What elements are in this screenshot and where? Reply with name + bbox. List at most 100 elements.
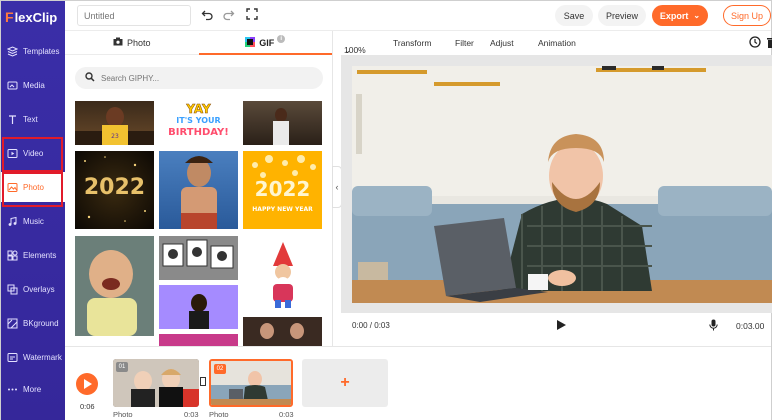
timeline: 0:06 01 Photo 0:03 02 Photo 0:03 + [65, 346, 771, 420]
music-icon [6, 215, 18, 227]
project-title-input[interactable] [77, 5, 191, 26]
info-icon[interactable]: i [277, 34, 286, 43]
play-icon[interactable] [556, 319, 567, 333]
sidebar: F lexClip Templates Media Text Video Pho… [1, 1, 65, 420]
gif-thumbnail-signs[interactable] [159, 236, 238, 280]
text-icon [6, 113, 18, 125]
photo-tab-icon [113, 37, 123, 48]
playback-time: 0:00 / 0:03 [352, 321, 390, 330]
media-tabs: Photo GIF i [65, 31, 332, 55]
sidebar-item-templates[interactable]: Templates [1, 36, 65, 66]
adjust-button[interactable]: Adjust [490, 38, 514, 48]
clock-icon[interactable] [749, 36, 761, 50]
sidebar-item-label: Templates [23, 46, 60, 56]
sign-up-button[interactable]: Sign Up [723, 5, 771, 26]
preview-button[interactable]: Preview [598, 5, 646, 26]
plus-icon: + [340, 374, 350, 391]
preview-photo-man-laptop[interactable] [352, 66, 772, 303]
gif-thumbnail-purple[interactable] [159, 285, 238, 329]
gif-text-its-your: IT'S YOUR [176, 116, 221, 125]
animation-button[interactable]: Animation [538, 38, 576, 48]
gif-text-birthday: BIRTHDAY! [168, 127, 229, 138]
more-icon [6, 383, 18, 395]
filter-button[interactable]: Filter [455, 38, 474, 48]
gif-text-yay: YAY [186, 102, 211, 117]
sidebar-item-bkground[interactable]: BKground [1, 308, 65, 338]
sidebar-item-media[interactable]: Media [1, 70, 65, 100]
gif-thumbnail-basketball-2[interactable] [243, 101, 322, 145]
timeline-clip-2[interactable]: 02 [209, 359, 293, 407]
add-clip-button[interactable]: + [302, 359, 388, 407]
gif-thumbnail-birthday[interactable]: YAY IT'S YOUR BIRTHDAY! [159, 101, 238, 145]
timeline-play-button[interactable] [76, 373, 98, 395]
chevron-down-icon: ⌄ [693, 11, 701, 20]
highlight-box-photo [2, 172, 63, 207]
sidebar-item-music[interactable]: Music [1, 206, 65, 236]
gif-tab-icon [245, 36, 256, 49]
sidebar-item-label: Music [23, 216, 44, 226]
sidebar-item-label: Text [23, 114, 38, 124]
sidebar-item-elements[interactable]: Elements [1, 240, 65, 270]
timeline-time: 0:06 [80, 402, 95, 411]
search-icon [85, 69, 95, 87]
highlight-box-video [2, 137, 63, 172]
fullscreen-icon[interactable] [245, 8, 259, 22]
sidebar-item-label: Media [23, 80, 45, 90]
transform-button[interactable]: Transform [393, 38, 431, 48]
gif-thumbnail-gnome[interactable] [243, 236, 322, 312]
tab-label: Photo [126, 37, 151, 48]
sidebar-item-label: BKground [23, 318, 59, 328]
logo-text: lexClip [14, 9, 58, 25]
clip-number: 02 [214, 364, 226, 374]
tab-gif[interactable]: GIF i [198, 31, 333, 55]
app-window: F lexClip Templates Media Text Video Pho… [0, 0, 772, 420]
microphone-icon[interactable] [709, 319, 718, 333]
sidebar-item-label: Elements [23, 250, 57, 260]
tab-photo[interactable]: Photo [65, 31, 199, 54]
svg-text:23: 23 [111, 133, 119, 140]
redo-icon[interactable] [221, 8, 235, 22]
gif-search-bar [75, 67, 323, 89]
sidebar-item-label: More [23, 384, 42, 394]
gif-text-2022: 2022 [83, 175, 146, 200]
templates-icon [6, 45, 18, 57]
export-button[interactable]: Export ⌄ [652, 5, 708, 26]
gif-thumbnail-happy-new-year[interactable]: 2022 HAPPY NEW YEAR [243, 151, 322, 229]
logo-letter: F [5, 9, 14, 25]
gif-text-2022-b: 2022 [254, 177, 311, 201]
preview-stage [341, 55, 772, 313]
clip-2-duration: 0:03 [279, 410, 294, 419]
clip-1-label: Photo [113, 410, 133, 419]
gif-search-input[interactable] [101, 73, 301, 83]
save-button[interactable]: Save [555, 5, 593, 26]
top-bar: Save Preview Export ⌄ Sign Up [65, 1, 771, 31]
gif-thumbnail-2022-gold[interactable]: 2022 [75, 151, 154, 229]
clip-1-duration: 0:03 [184, 410, 199, 419]
trash-icon[interactable] [767, 36, 772, 50]
sidebar-item-label: Watermark [23, 352, 62, 362]
sidebar-item-watermark[interactable]: Watermark [1, 342, 65, 372]
clip-2-label: Photo [209, 410, 229, 419]
clip-number: 01 [116, 362, 128, 372]
undo-icon[interactable] [200, 8, 214, 22]
gif-text-happy-new-year: HAPPY NEW YEAR [252, 206, 313, 213]
background-icon [6, 317, 18, 329]
chevron-left-icon: ‹ [335, 182, 339, 192]
app-logo[interactable]: F lexClip [1, 1, 65, 33]
sidebar-item-text[interactable]: Text [1, 104, 65, 134]
sidebar-item-more[interactable]: More [1, 374, 65, 404]
overlays-icon [6, 283, 18, 295]
export-label: Export [659, 10, 689, 21]
duration-value: 0:03.00 [736, 321, 765, 331]
sidebar-item-overlays[interactable]: Overlays [1, 274, 65, 304]
playback-controls: 0:00 / 0:03 0:03.00 [333, 313, 771, 341]
media-panel: Photo GIF i 23 2022 [65, 31, 333, 351]
timeline-clip-1[interactable]: 01 [113, 359, 199, 407]
gif-thumbnail-laughing-kid[interactable] [75, 236, 154, 336]
gif-thumbnail-dancing-man[interactable] [159, 151, 238, 229]
gif-thumbnail-basketball[interactable]: 23 [75, 101, 154, 145]
elements-icon [6, 249, 18, 261]
transition-icon[interactable] [200, 377, 206, 386]
sidebar-item-label: Overlays [23, 284, 55, 294]
media-icon [6, 79, 18, 91]
